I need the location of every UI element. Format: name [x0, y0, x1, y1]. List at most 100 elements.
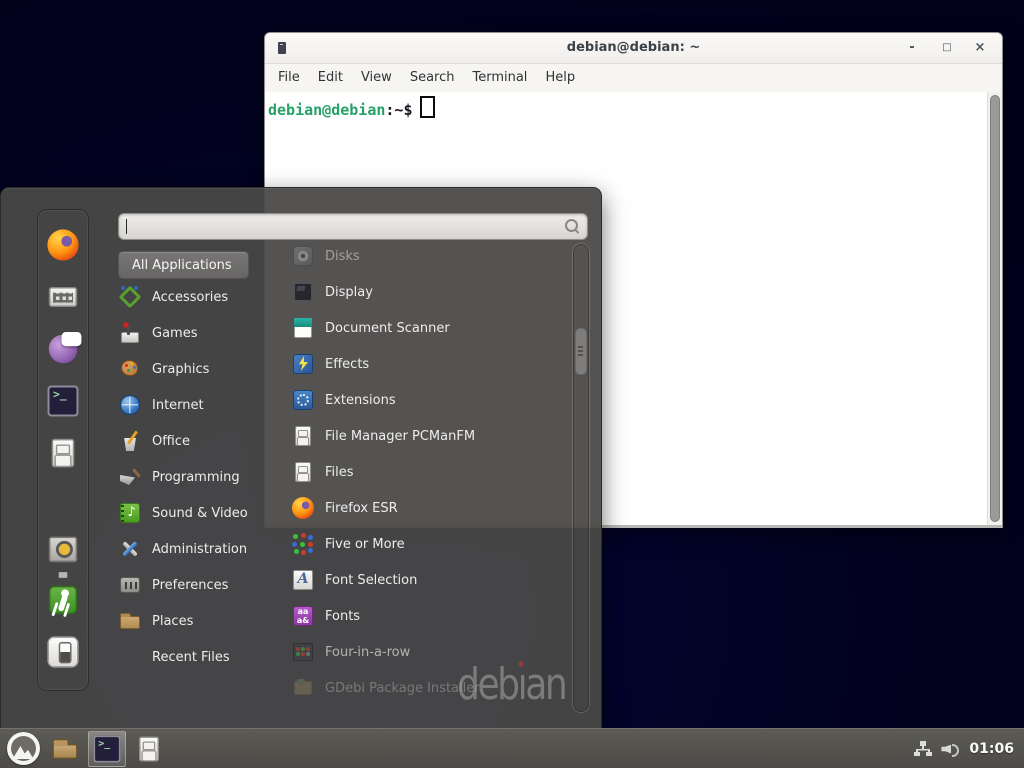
terminal-prompt: debian@debian:~$: [268, 96, 435, 119]
favorite-firefox[interactable]: [46, 228, 80, 262]
app-list-scrollbar[interactable]: [572, 243, 590, 713]
favorite-terminal[interactable]: [46, 384, 80, 418]
app-item-disks[interactable]: Disks: [291, 238, 566, 274]
prompt-user-host: debian@debian: [268, 101, 385, 119]
category-item-programming[interactable]: Programming: [118, 459, 273, 495]
lock-screen-icon: [46, 531, 80, 565]
category-label: Internet: [152, 398, 204, 413]
terminal-scrollbar[interactable]: [987, 92, 1002, 525]
app-label: Files: [325, 465, 354, 480]
text-caret: [126, 219, 127, 234]
app-item-file-manager-pcmanfm[interactable]: File Manager PCManFM: [291, 418, 566, 454]
launcher-terminal[interactable]: [88, 731, 126, 767]
watermark-text-end: an: [525, 659, 565, 710]
app-label: Disks: [325, 249, 360, 264]
category-item-places[interactable]: Places: [118, 603, 273, 639]
category-label: Programming: [152, 470, 240, 485]
category-item-sound-video[interactable]: Sound & Video: [118, 495, 273, 531]
category-item-administration[interactable]: Administration: [118, 531, 273, 567]
launcher-menu-logo[interactable]: [4, 731, 42, 767]
sound-video-icon: [118, 501, 142, 525]
app-item-extensions[interactable]: Extensions: [291, 382, 566, 418]
category-item-office[interactable]: Office: [118, 423, 273, 459]
app-label: Document Scanner: [325, 321, 450, 336]
file-cabinet-icon: [291, 460, 315, 484]
search-box: [118, 213, 588, 240]
category-label: Office: [152, 434, 190, 449]
menu-file[interactable]: File: [269, 64, 309, 92]
category-item-accessories[interactable]: Accessories: [118, 279, 273, 315]
maximize-button[interactable]: □: [939, 33, 955, 63]
logout-icon: [46, 583, 80, 617]
five-or-more-icon: [291, 532, 315, 556]
terminal-icon: [46, 384, 80, 418]
document-scanner-icon: [291, 316, 315, 340]
firefox-icon: [291, 496, 315, 520]
app-item-font-selection[interactable]: Font Selection: [291, 562, 566, 598]
app-label: Firefox ESR: [325, 501, 398, 516]
filter-label: All Applications: [132, 258, 232, 273]
minimize-button[interactable]: -: [904, 33, 920, 63]
character-map-icon: [46, 280, 80, 314]
category-label: Accessories: [152, 290, 228, 305]
session-buttons: [38, 531, 88, 669]
app-label: Five or More: [325, 537, 405, 552]
terminal-titlebar[interactable]: debian@debian: ~ - □ ×: [265, 33, 1002, 64]
menu-view[interactable]: View: [352, 64, 401, 92]
category-item-graphics[interactable]: Graphics: [118, 351, 273, 387]
launcher-folder[interactable]: [46, 731, 84, 767]
favorite-pidgin[interactable]: [46, 332, 80, 366]
menu-edit[interactable]: Edit: [309, 64, 352, 92]
category-item-games[interactable]: Games: [118, 315, 273, 351]
watermark-text: deb: [457, 659, 518, 710]
terminal-menubar: FileEditViewSearchTerminalHelp: [265, 64, 1002, 93]
category-label: Recent Files: [152, 650, 230, 665]
preferences-icon: [118, 573, 142, 597]
logout-button[interactable]: [46, 583, 80, 617]
close-button[interactable]: ×: [972, 33, 988, 63]
network-icon[interactable]: [914, 741, 932, 756]
app-item-display[interactable]: Display: [291, 274, 566, 310]
category-label: Sound & Video: [152, 506, 248, 521]
fonts-icon: [291, 604, 315, 628]
app-label: Four-in-a-row: [325, 645, 410, 660]
favorites-list: [38, 228, 88, 470]
disks-icon: [291, 244, 315, 268]
search-input[interactable]: [119, 214, 587, 239]
shutdown-button[interactable]: [46, 635, 80, 669]
app-list-scrollbar-thumb[interactable]: [575, 328, 587, 375]
filter-all-applications[interactable]: All Applications: [118, 251, 249, 279]
app-label: Font Selection: [325, 573, 417, 588]
category-label: Graphics: [152, 362, 209, 377]
lock-screen-button[interactable]: [46, 531, 80, 565]
category-item-recent-files[interactable]: Recent Files: [118, 639, 273, 675]
font-selection-icon: [291, 568, 315, 592]
favorite-character-map[interactable]: [46, 280, 80, 314]
app-label: Effects: [325, 357, 369, 372]
places-icon: [118, 609, 142, 633]
app-item-document-scanner[interactable]: Document Scanner: [291, 310, 566, 346]
category-label: Preferences: [152, 578, 228, 593]
launcher-file-cabinet[interactable]: [130, 731, 168, 767]
file-cabinet-icon: [291, 424, 315, 448]
blank-icon: [118, 645, 142, 669]
category-item-preferences[interactable]: Preferences: [118, 567, 273, 603]
favorite-file-cabinet[interactable]: [46, 436, 80, 470]
category-item-internet[interactable]: Internet: [118, 387, 273, 423]
games-icon: [118, 321, 142, 345]
terminal-scrollbar-thumb[interactable]: [990, 95, 1000, 522]
app-item-effects[interactable]: Effects: [291, 346, 566, 382]
menu-help[interactable]: Help: [536, 64, 584, 92]
pidgin-icon: [46, 332, 80, 366]
display-icon: [291, 280, 315, 304]
app-item-files[interactable]: Files: [291, 454, 566, 490]
shutdown-icon: [46, 635, 80, 669]
app-item-five-or-more[interactable]: Five or More: [291, 526, 566, 562]
office-icon: [118, 429, 142, 453]
menu-terminal[interactable]: Terminal: [463, 64, 536, 92]
app-item-fonts[interactable]: Fonts: [291, 598, 566, 634]
category-list: Accessories Games Graphics Internet Office Pr…: [118, 279, 273, 675]
app-item-firefox-esr[interactable]: Firefox ESR: [291, 490, 566, 526]
menu-search[interactable]: Search: [401, 64, 464, 92]
volume-icon[interactable]: [941, 741, 960, 757]
